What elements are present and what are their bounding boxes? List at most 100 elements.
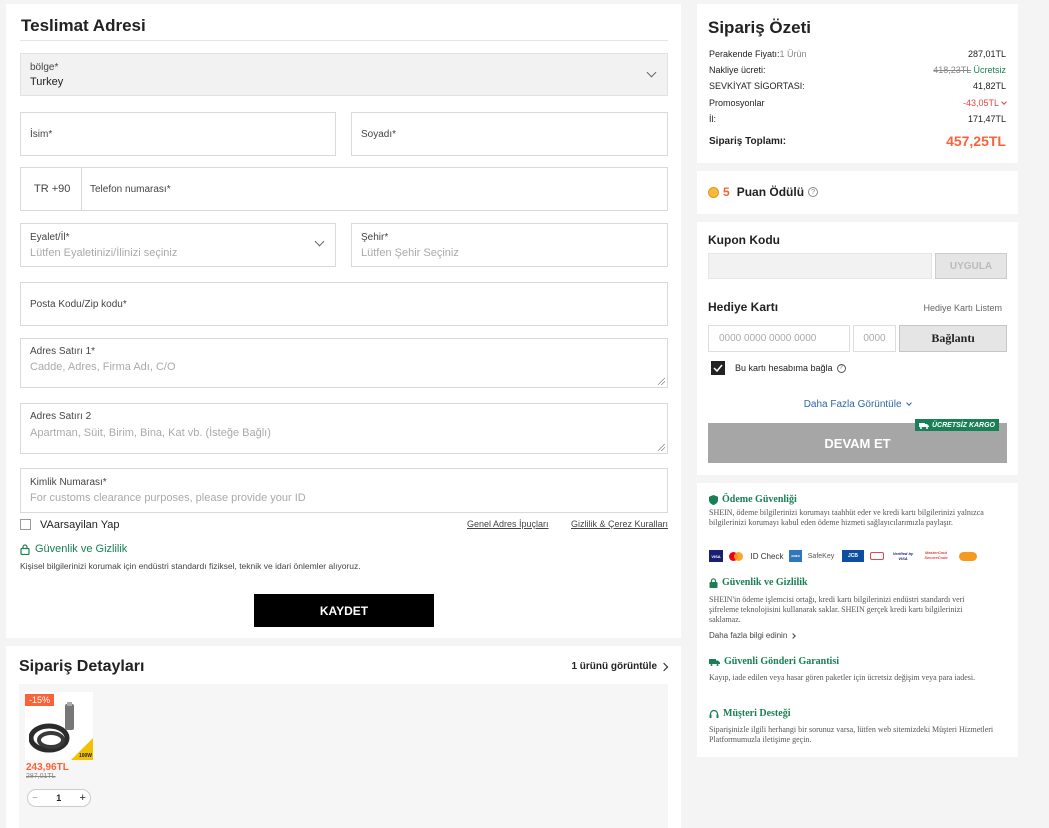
privacy-link[interactable]: Gizlilik & Çerez Kuralları [571, 519, 668, 529]
chevron-down-icon [646, 67, 657, 78]
chevron-down-icon [1001, 99, 1007, 105]
show-more-link[interactable]: Daha Fazla Görüntüle [697, 399, 1018, 410]
last-name-field[interactable]: Soyadı* [351, 112, 668, 156]
total-row: Sipariş Toplamı: 457,25TL [709, 133, 1006, 149]
order-details-title: Sipariş Detayları [19, 658, 145, 675]
customer-support-title: Müşteri Desteği [723, 708, 791, 719]
coupon-title: Kupon Kodu [708, 233, 780, 247]
phone-divider [81, 168, 82, 210]
address-line-2-field[interactable]: Adres Satırı 2 Apartman, Süit, Birim, Bi… [20, 403, 668, 454]
increase-button[interactable]: + [80, 792, 86, 804]
resize-handle-icon[interactable] [658, 444, 665, 451]
free-shipping-badge: ÜCRETSİZ KARGO [915, 419, 999, 431]
protect-buy-icon [867, 550, 887, 562]
quantity-stepper: − 1 + [27, 789, 91, 807]
coin-icon [708, 186, 719, 198]
address-line-1-field[interactable]: Adres Satırı 1* Cadde, Adres, Firma Adı,… [20, 338, 668, 388]
id-number-placeholder: For customs clearance purposes, please p… [30, 492, 306, 504]
bind-card-checkbox[interactable] [711, 361, 725, 375]
product-tag: 100W [78, 753, 92, 759]
product-image[interactable]: 100W -15% [25, 692, 93, 760]
help-icon[interactable]: ? [836, 363, 846, 373]
help-icon[interactable]: ? [808, 187, 819, 197]
first-name-label: İsim* [30, 129, 53, 140]
security-title: Güvenlik ve Gizlilik [35, 543, 128, 555]
quantity-value[interactable]: 1 [56, 793, 61, 803]
retail-count: 1 Ürün [779, 49, 807, 59]
bind-card-label: Bu kartı hesabıma bağla [735, 363, 833, 373]
state-placeholder: Lütfen Eyaletinizi/İlinizi seçiniz [30, 247, 178, 259]
view-items-link[interactable]: 1 ürünü görüntüle [571, 661, 669, 672]
phone-field[interactable]: TR +90 Telefon numarası* [20, 167, 668, 211]
security-heading: Güvenlik ve Gizlilik [20, 543, 127, 555]
last-name-label: Soyadı* [361, 129, 397, 140]
resize-handle-icon[interactable] [658, 378, 665, 385]
gift-card-pin-input[interactable]: 0000 [853, 325, 896, 352]
order-details-card: Sipariş Detayları 1 ürünü görüntüle 100W… [6, 646, 681, 828]
security-text: Kişisel bilgilerinizi korumak için endüs… [20, 561, 361, 571]
total-label: Sipariş Toplamı: [709, 135, 787, 147]
total-value: 457,25TL [946, 133, 1006, 149]
payment-security-text: SHEIN, ödeme bilgilerinizi korumayı taah… [709, 508, 984, 527]
shield-icon [709, 494, 718, 505]
amex-icon: AMEX [789, 550, 802, 562]
decrease-button[interactable]: − [32, 793, 38, 804]
city-label: Şehir* [361, 232, 389, 243]
address-line-1-placeholder: Cadde, Adres, Firma Adı, C/O [30, 361, 176, 373]
headset-icon [709, 709, 719, 718]
coupon-card: Kupon Kodu UYGULA Hediye Kartı Hediye Ka… [697, 222, 1018, 475]
gift-card-list-link[interactable]: Hediye Kartı Listem [923, 303, 1002, 313]
region-select[interactable]: bölge* Turkey [20, 53, 668, 96]
state-label: Eyalet/İl* [30, 232, 70, 243]
gift-card-number-input[interactable]: 0000 0000 0000 0000 [708, 325, 850, 352]
coupon-input[interactable] [708, 253, 932, 279]
first-name-field[interactable]: İsim* [20, 112, 336, 156]
insurance-value: 41,82TL [972, 81, 1006, 91]
phone-prefix[interactable]: TR +90 [34, 183, 70, 195]
privacy-title: Güvenlik ve Gizlilik [722, 577, 808, 588]
mastercard-icon [727, 550, 745, 562]
shipping-old: 418,23TL [933, 65, 971, 75]
zip-field[interactable]: Posta Kodu/Zip kodu* [20, 282, 668, 326]
view-items-label: 1 ürünü görüntüle [571, 661, 657, 672]
payment-security-title: Ödeme Güvenliği [722, 494, 797, 505]
shipping-guarantee-title: Güvenli Gönderi Garantisi [724, 656, 840, 667]
address-tips-link[interactable]: Genel Adres İpuçları [467, 519, 549, 529]
tax-row: İl: 171,47TL [709, 114, 1006, 124]
promo-row[interactable]: Promosyonlar -43,05TL [709, 98, 1007, 108]
city-select[interactable]: Şehir* Lütfen Şehir Seçiniz [351, 223, 668, 267]
apply-coupon-button[interactable]: UYGULA [935, 253, 1007, 279]
privacy-text: SHEIN'in ödeme işlemcisi ortağı, kredi k… [709, 595, 965, 624]
points-label: Puan Ödülü [736, 185, 805, 199]
region-value: Turkey [30, 76, 64, 88]
title-divider [20, 40, 668, 41]
customer-support-heading: Müşteri Desteği [709, 708, 790, 719]
address-title: Teslimat Adresi [21, 16, 146, 35]
id-number-field[interactable]: Kimlik Numarası* For customs clearance p… [20, 468, 668, 513]
tax-label: İl: [709, 114, 717, 124]
check-icon [713, 364, 723, 372]
order-summary-card: Sipariş Özeti Perakende Fiyatı:1 Ürün 28… [697, 4, 1018, 163]
gift-card-pin-placeholder: 0000 [863, 333, 886, 344]
trust-card: Ödeme Güvenliği SHEIN, ödeme bilgilerini… [697, 483, 1018, 757]
default-address-label: VAarsayilan Yap [40, 519, 120, 531]
shipping-value: Ücretsiz [973, 65, 1006, 75]
default-address-checkbox[interactable] [20, 519, 31, 530]
learn-more-link[interactable]: Daha fazla bilgi edinin [709, 631, 797, 640]
promo-value: -43,05TL [962, 98, 999, 108]
product-price: 243,96TL [26, 762, 69, 773]
save-button[interactable]: KAYDET [254, 594, 434, 627]
lock-icon [20, 543, 30, 555]
gift-card-title: Hediye Kartı [708, 300, 779, 314]
address-card: Teslimat Adresi bölge* Turkey İsim* Soya… [6, 4, 681, 638]
truck-icon [709, 658, 720, 666]
connect-gift-card-button[interactable]: Bağlantı [899, 325, 1007, 352]
state-select[interactable]: Eyalet/İl* Lütfen Eyaletinizi/İlinizi se… [20, 223, 336, 267]
items-container: 100W -15% 243,96TL 287,01TL − 1 + [19, 684, 668, 828]
visa-icon: VISA [709, 550, 723, 562]
customer-support-text: Siparişinizle ilgili herhangi bir sorunu… [709, 725, 994, 744]
save-button-label: KAYDET [319, 603, 369, 618]
learn-more-label: Daha fazla bilgi edinin [709, 631, 788, 640]
shipping-label: Nakliye ücreti: [709, 65, 766, 75]
chevron-right-icon [790, 632, 797, 639]
